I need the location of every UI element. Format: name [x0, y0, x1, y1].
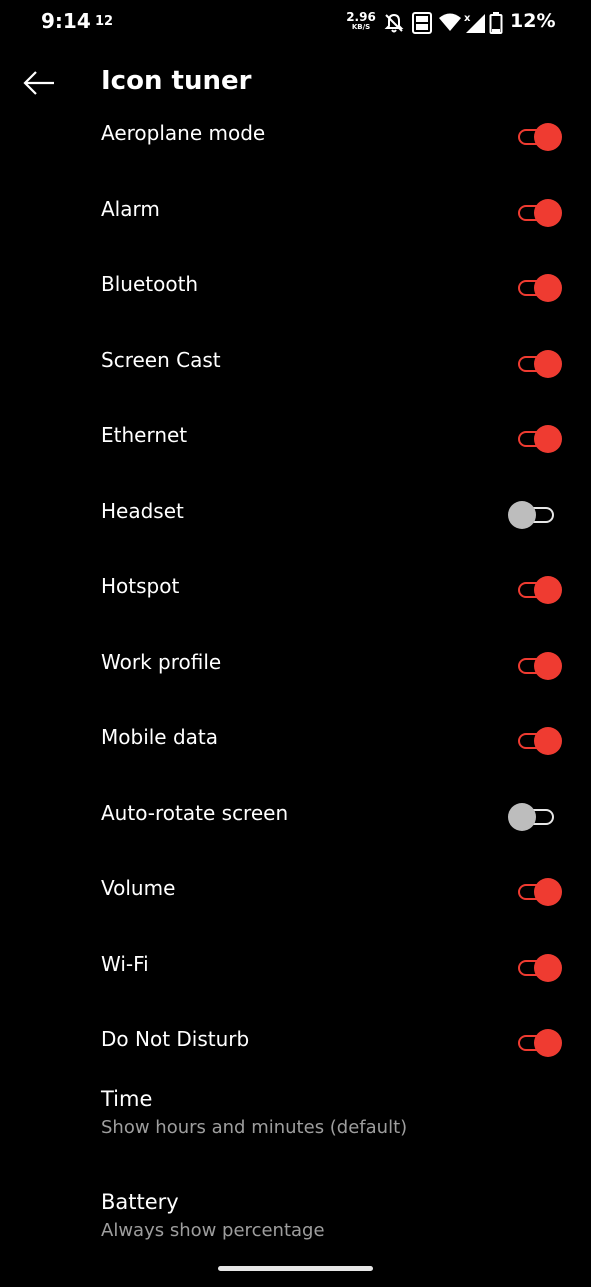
- wifi-icon: [439, 13, 461, 31]
- toggle-switch-volume[interactable]: [506, 878, 564, 906]
- status-bar: 9:14 12 2.96 KB/S x 12%: [0, 0, 591, 48]
- pref-battery[interactable]: Battery Always show percentage: [0, 1184, 591, 1287]
- toggle-row-mobile-data[interactable]: Mobile data: [0, 703, 591, 779]
- toggle-switch-wi-fi[interactable]: [506, 953, 564, 982]
- settings-list: Aeroplane mode Alarm Bluetooth Screen Cast E…: [0, 99, 591, 1287]
- switch-thumb: [508, 802, 536, 831]
- network-speed: 2.96 KB/S: [345, 10, 377, 32]
- switch-thumb: [534, 727, 562, 755]
- toggle-label: Work profile: [101, 649, 222, 674]
- toggle-label: Headset: [101, 498, 184, 523]
- toggle-row-aeroplane-mode[interactable]: Aeroplane mode: [0, 99, 591, 175]
- volte-icon: [412, 12, 432, 34]
- toggle-switch-alarm[interactable]: [506, 198, 564, 227]
- toggle-row-ethernet[interactable]: Ethernet: [0, 401, 591, 477]
- svg-text:x: x: [464, 13, 471, 24]
- toggle-switch-aeroplane-mode[interactable]: [506, 123, 564, 151]
- toggle-switch-auto-rotate-screen[interactable]: [506, 802, 564, 831]
- toggle-switch-mobile-data[interactable]: [506, 727, 564, 755]
- toggle-switch-headset[interactable]: [506, 500, 564, 529]
- switch-thumb: [534, 878, 562, 906]
- pref-time[interactable]: Time Show hours and minutes (default): [0, 1081, 591, 1184]
- toggle-label: Aeroplane mode: [101, 121, 266, 145]
- page-title: Icon tuner: [101, 66, 252, 96]
- status-time: 9:14: [41, 9, 91, 33]
- bell-off-icon: [384, 13, 404, 33]
- toggle-row-work-profile[interactable]: Work profile: [0, 628, 591, 704]
- notification-count: 12: [95, 14, 114, 29]
- gesture-nav-bar[interactable]: [218, 1266, 373, 1271]
- toggle-switch-hotspot[interactable]: [506, 576, 564, 604]
- switch-thumb: [534, 274, 562, 302]
- toggle-row-do-not-disturb[interactable]: Do Not Disturb: [0, 1005, 591, 1081]
- switch-thumb: [534, 651, 562, 680]
- toggle-label: Alarm: [101, 196, 160, 221]
- toggle-label: Do Not Disturb: [101, 1027, 250, 1051]
- switch-thumb: [534, 1029, 562, 1057]
- switch-thumb: [534, 349, 562, 378]
- toggle-label: Ethernet: [101, 423, 188, 447]
- toggle-row-wi-fi[interactable]: Wi-Fi: [0, 930, 591, 1006]
- toggle-switch-screen-cast[interactable]: [506, 349, 564, 378]
- pref-battery-summary: Always show percentage: [101, 1219, 325, 1241]
- toggle-row-bluetooth[interactable]: Bluetooth: [0, 250, 591, 326]
- toggle-row-hotspot[interactable]: Hotspot: [0, 552, 591, 628]
- toggle-row-volume[interactable]: Volume: [0, 854, 591, 930]
- toggle-switch-bluetooth[interactable]: [506, 274, 564, 302]
- arrow-left-icon[interactable]: [22, 68, 56, 98]
- toggle-label: Hotspot: [101, 574, 180, 598]
- toggle-switch-do-not-disturb[interactable]: [506, 1029, 564, 1057]
- network-speed-value: 2.96: [346, 10, 376, 24]
- switch-thumb: [534, 123, 562, 151]
- switch-thumb: [534, 425, 562, 453]
- toggle-label: Wi-Fi: [101, 951, 149, 976]
- battery-icon: [489, 12, 503, 34]
- switch-thumb: [534, 576, 562, 604]
- toggle-label: Bluetooth: [101, 272, 199, 296]
- switch-thumb: [508, 500, 536, 529]
- toggle-row-auto-rotate-screen[interactable]: Auto-rotate screen: [0, 779, 591, 855]
- switch-thumb: [534, 198, 562, 227]
- toggle-label: Volume: [101, 876, 176, 900]
- toggle-label: Mobile data: [101, 725, 219, 749]
- toggle-label: Screen Cast: [101, 347, 221, 372]
- toggle-switch-ethernet[interactable]: [506, 425, 564, 453]
- pref-time-title: Time: [101, 1086, 153, 1111]
- switch-thumb: [534, 953, 562, 982]
- signal-icon: x: [464, 13, 485, 33]
- toggle-row-screen-cast[interactable]: Screen Cast: [0, 326, 591, 402]
- toggle-row-headset[interactable]: Headset: [0, 477, 591, 553]
- toggle-label: Auto-rotate screen: [101, 800, 289, 825]
- toggle-row-alarm[interactable]: Alarm: [0, 175, 591, 251]
- pref-time-summary: Show hours and minutes (default): [101, 1116, 408, 1138]
- toggle-switch-work-profile[interactable]: [506, 651, 564, 680]
- battery-percent: 12%: [510, 10, 556, 32]
- pref-battery-title: Battery: [101, 1189, 179, 1214]
